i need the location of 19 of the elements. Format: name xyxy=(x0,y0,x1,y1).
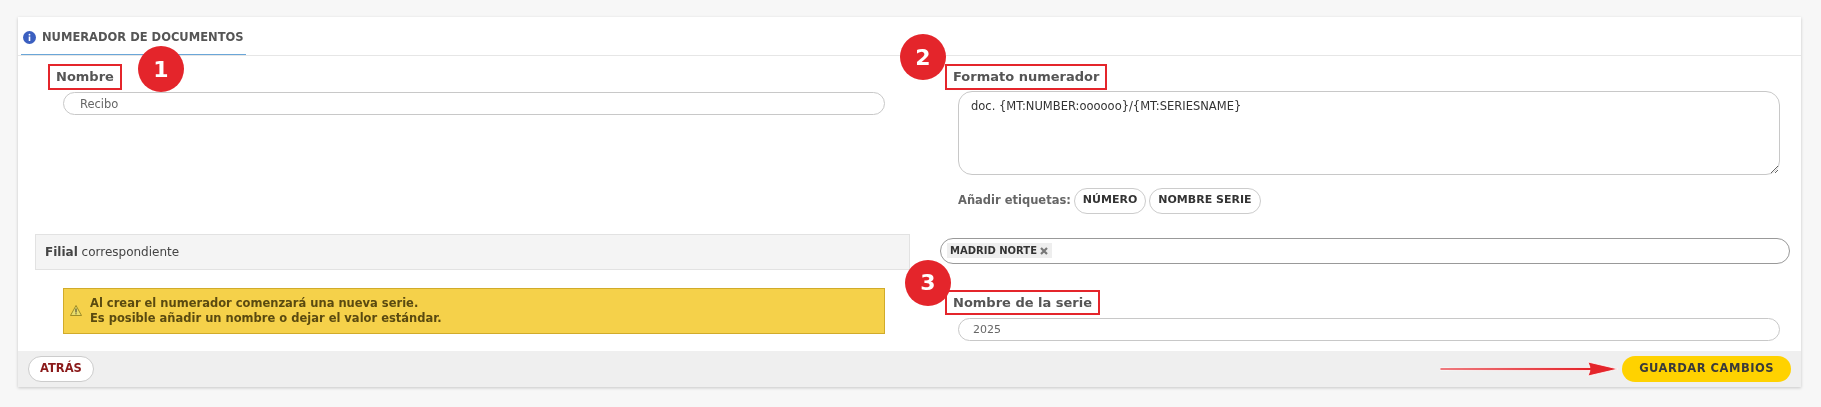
warning-icon xyxy=(70,305,82,316)
annotation-badge: 3 xyxy=(905,259,951,306)
name-input[interactable]: Recibo xyxy=(63,92,885,115)
branch-label: Filial correspondiente xyxy=(35,233,910,270)
save-button[interactable]: GUARDAR CAMBIOS xyxy=(1622,356,1791,382)
alert-text: Es posible añadir un nombre o dejar el valor estándar. xyxy=(90,310,442,326)
branch-chip: MADRID NORTE xyxy=(947,243,1052,258)
series-input[interactable]: 2025 xyxy=(958,318,1780,341)
alert-text: Al crear el numerador comenzará una nueva serie. xyxy=(90,295,420,311)
info-icon xyxy=(23,31,36,44)
annotation-badge: 1 xyxy=(138,46,184,92)
back-button[interactable]: ATRÁS xyxy=(28,356,94,382)
field-label: Formato numerador xyxy=(945,64,1108,90)
field-label: Nombre xyxy=(48,64,122,90)
field-label: Nombre de la serie xyxy=(945,289,1101,315)
tags-label: Añadir etiquetas: xyxy=(958,191,1071,209)
format-textarea[interactable]: doc. {MT:NUMBER:oooooo}/{MT:SERIESNAME} xyxy=(958,90,1780,175)
close-icon[interactable] xyxy=(1038,245,1049,256)
annotation-badge: 2 xyxy=(900,34,946,80)
